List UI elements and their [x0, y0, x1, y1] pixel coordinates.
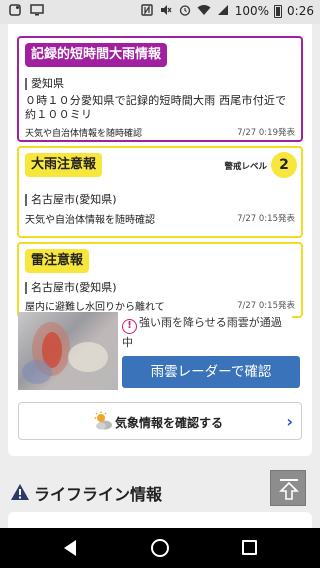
radar-info-text: 強い雨を降らせる雨雲が通過中 — [122, 316, 282, 349]
arrow-up-icon — [279, 479, 299, 500]
clock: 0:26 — [287, 4, 314, 18]
screen-icon — [30, 4, 44, 18]
battery-icon — [274, 4, 283, 18]
radar-info-box: ! 強い雨を降らせる雨雲が通過中 雨雲レーダーで確認 — [118, 312, 300, 390]
weather-button-label: 気象情報を確認する — [115, 416, 224, 430]
radar-map-thumbnail[interactable] — [18, 312, 118, 390]
mute-icon — [159, 4, 173, 18]
weather-info-button[interactable]: 気象情報を確認する › — [18, 402, 302, 440]
lifeline-card — [8, 512, 312, 528]
battery-percent: 100% — [234, 4, 270, 18]
navigation-bar — [0, 528, 320, 568]
sun-cloud-icon — [94, 411, 112, 430]
exclamation-icon: ! — [122, 319, 137, 334]
back-icon[interactable] — [64, 540, 76, 556]
recent-apps-icon[interactable] — [242, 540, 257, 555]
chevron-right-icon: › — [286, 412, 293, 431]
nfc-icon — [140, 4, 154, 18]
notification-icon — [8, 4, 22, 18]
warning-icon — [11, 484, 29, 500]
status-bar: 100% 0:26 — [0, 0, 320, 24]
radar-info: ! 強い雨を降らせる雨雲が通過中 — [122, 314, 288, 351]
rain-radar-button[interactable]: 雨雲レーダーで確認 — [122, 356, 300, 388]
wifi-icon — [197, 4, 211, 18]
alarm-icon — [178, 4, 192, 18]
signal-icon — [216, 4, 230, 18]
home-icon[interactable] — [151, 539, 169, 557]
lifeline-title: ライフライン情報 — [34, 485, 163, 504]
scroll-to-top-button[interactable] — [270, 470, 306, 506]
